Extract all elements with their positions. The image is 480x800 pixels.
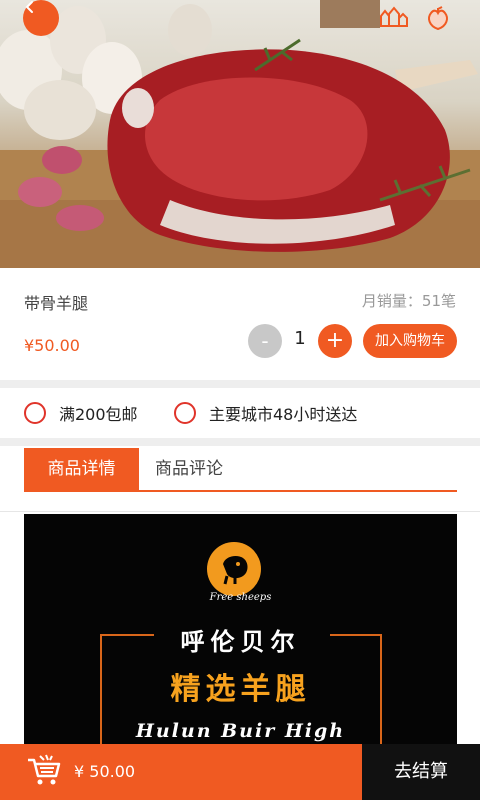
product-price: ¥50.00 xyxy=(24,336,80,355)
sheep-family-icon xyxy=(380,6,408,27)
checkout-button[interactable]: 去结算 xyxy=(362,744,480,800)
shopping-cart-icon xyxy=(28,754,61,785)
product-detail-page: 带骨羊腿 月销量：51笔 ¥50.00 - 1 + 加入购物车 满200包邮 主… xyxy=(0,0,480,800)
banner-subtitle: Hulun Buir High xyxy=(135,720,346,742)
back-button[interactable] xyxy=(23,0,59,36)
service-label: 满200包邮 xyxy=(59,405,138,424)
brand-name: Free sheeps xyxy=(209,592,272,603)
bottom-checkout-bar: ¥ 50.00 去结算 xyxy=(0,744,480,800)
sheep-logo-icon xyxy=(207,542,261,596)
service-item-free-shipping: 满200包邮 xyxy=(24,401,138,425)
favorite-button[interactable] xyxy=(424,4,454,34)
tab-product-reviews[interactable]: 商品评论 xyxy=(155,448,223,490)
cart-total: ¥ 50.00 xyxy=(74,762,136,781)
share-button[interactable] xyxy=(378,4,408,34)
banner-title-region: 呼伦贝尔 xyxy=(180,628,301,656)
banner-title-product: 精选羊腿 xyxy=(170,672,311,707)
quantity-decrease-button[interactable]: - xyxy=(248,324,282,358)
service-label: 主要城市48小时送达 xyxy=(209,405,358,424)
circle-icon xyxy=(24,402,46,424)
peach-icon xyxy=(428,6,448,31)
cart-summary[interactable]: ¥ 50.00 xyxy=(0,744,362,800)
monthly-sales-text: 月销量：51笔 xyxy=(361,292,456,310)
add-to-cart-button[interactable]: 加入购物车 xyxy=(363,324,457,358)
divider xyxy=(0,438,480,446)
service-item-48h-delivery: 主要城市48小时送达 xyxy=(174,401,357,425)
sheep-logo-graphic xyxy=(223,556,248,585)
monthly-sales: 月销量：51笔 xyxy=(362,290,456,311)
divider xyxy=(0,380,480,388)
product-name: 带骨羊腿 xyxy=(24,294,89,313)
detail-tabs: 商品详情 商品评论 xyxy=(0,446,480,512)
product-image xyxy=(0,0,480,268)
tab-product-details[interactable]: 商品详情 xyxy=(24,448,139,490)
tab-underline xyxy=(24,490,457,492)
divider xyxy=(0,511,480,512)
service-guarantees: 满200包邮 主要城市48小时送达 xyxy=(0,388,480,438)
product-photo-illustration xyxy=(0,0,480,268)
chevron-left-icon xyxy=(25,1,33,13)
circle-icon xyxy=(174,402,196,424)
quantity-increase-button[interactable]: + xyxy=(318,324,352,358)
product-info: 带骨羊腿 月销量：51笔 ¥50.00 - 1 + 加入购物车 xyxy=(0,268,480,380)
quantity-value: 1 xyxy=(294,328,306,349)
